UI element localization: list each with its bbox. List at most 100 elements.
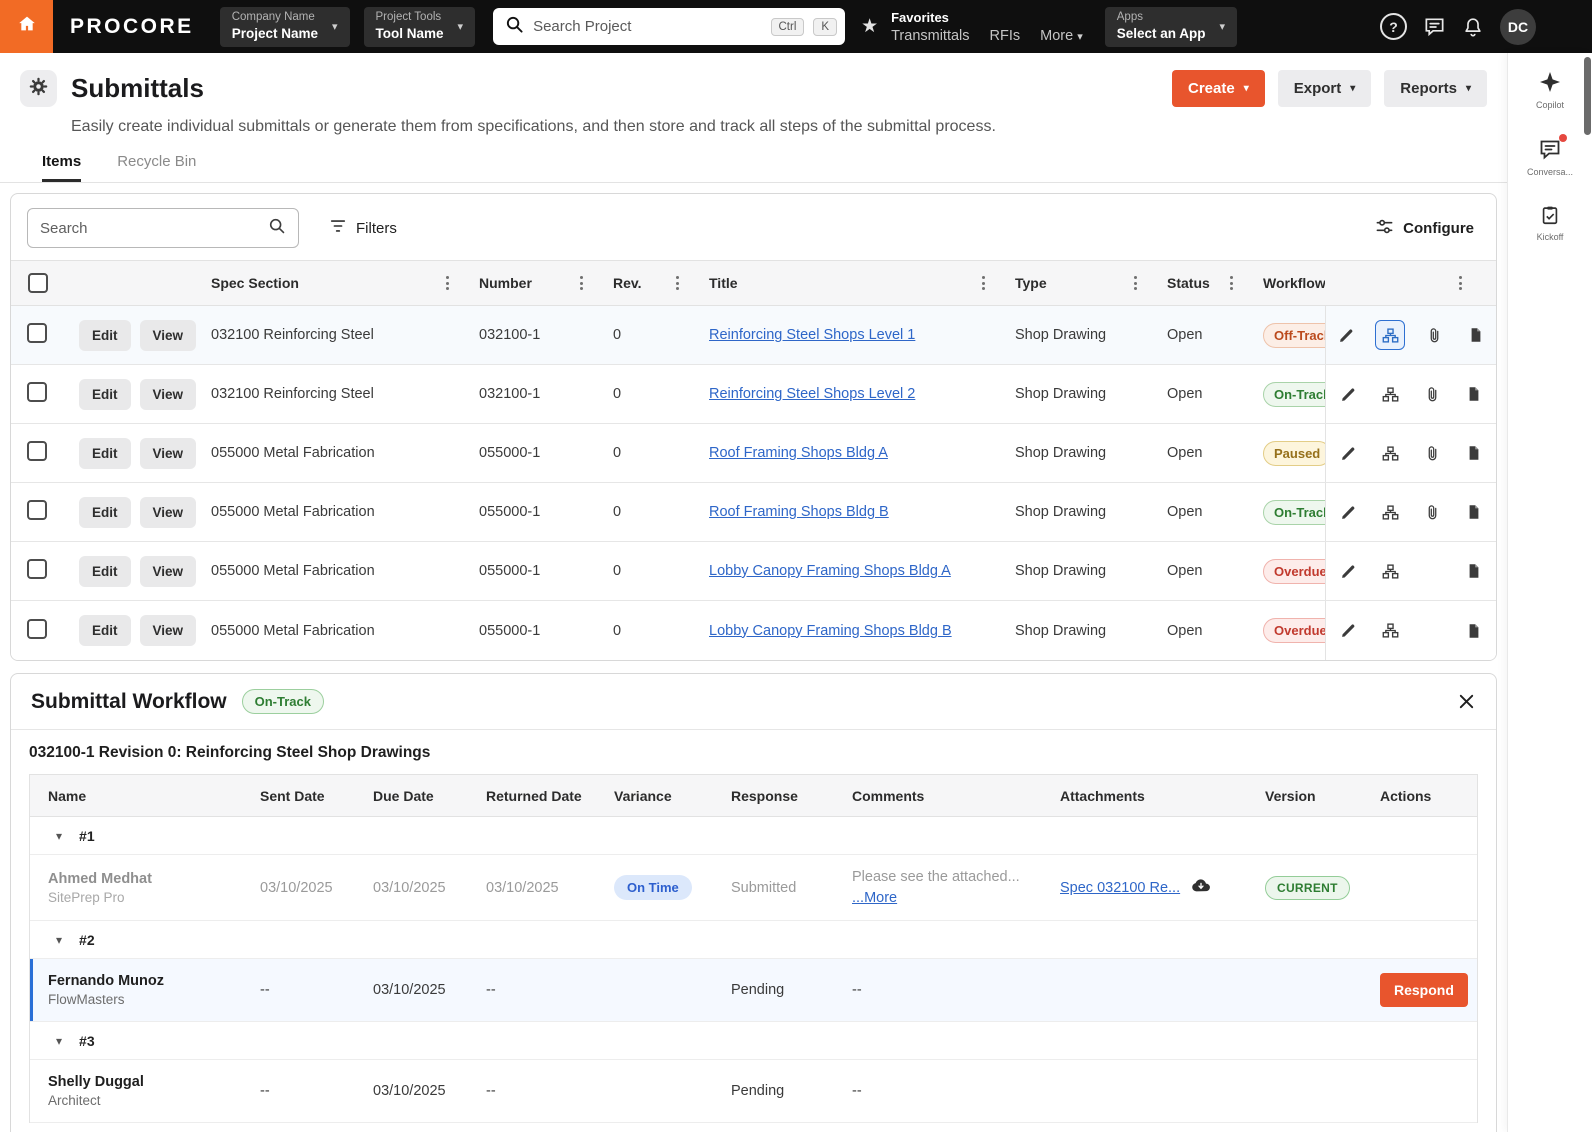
chevron-down-icon[interactable]: ▾ [56, 1034, 62, 1048]
document-icon[interactable] [1461, 618, 1487, 644]
submittal-title-link[interactable]: Reinforcing Steel Shops Level 2 [709, 386, 915, 402]
edit-pencil-icon[interactable] [1333, 322, 1359, 348]
tab-recycle-bin[interactable]: Recycle Bin [117, 153, 196, 182]
edit-button[interactable]: Edit [79, 615, 131, 646]
edit-pencil-icon[interactable] [1335, 618, 1361, 644]
variance-badge: On Time [614, 875, 692, 900]
document-icon[interactable] [1461, 440, 1487, 466]
comments-more-link[interactable]: ...More [852, 890, 897, 906]
view-button[interactable]: View [139, 319, 197, 351]
workflow-icon[interactable] [1377, 440, 1403, 466]
document-icon[interactable] [1461, 558, 1487, 584]
row-checkbox[interactable] [27, 382, 47, 402]
view-button[interactable]: View [139, 437, 197, 469]
attachment-icon[interactable] [1421, 322, 1447, 348]
company-project-dropdown[interactable]: Company Name Project Name ▾ [219, 6, 350, 47]
workflow-icon[interactable] [1377, 618, 1403, 644]
attachment-icon[interactable] [1419, 440, 1445, 466]
respond-button[interactable]: Respond [1380, 973, 1468, 1007]
wf-column-sent-date: Sent Date [260, 787, 325, 804]
chevron-down-icon[interactable]: ▾ [56, 829, 62, 843]
favorite-transmittals-link[interactable]: Transmittals [891, 28, 969, 44]
workflow-icon[interactable] [1377, 499, 1403, 525]
view-button[interactable]: View [139, 378, 197, 410]
column-menu-icon[interactable] [1130, 272, 1141, 294]
favorites-more-menu[interactable]: More ▾ [1040, 28, 1083, 44]
tab-items[interactable]: Items [42, 153, 82, 182]
view-button[interactable]: View [139, 615, 197, 646]
submittal-title-link[interactable]: Lobby Canopy Framing Shops Bldg A [709, 563, 951, 579]
attachment-icon[interactable] [1419, 499, 1445, 525]
home-button[interactable] [0, 0, 53, 53]
bell-icon[interactable] [1462, 16, 1484, 38]
download-cloud-icon[interactable] [1191, 877, 1211, 898]
column-menu-icon[interactable] [1455, 272, 1466, 294]
edit-pencil-icon[interactable] [1335, 499, 1361, 525]
edit-pencil-icon[interactable] [1335, 440, 1361, 466]
column-menu-icon[interactable] [672, 272, 683, 294]
project-search-input[interactable] [533, 18, 762, 35]
create-button[interactable]: Create ▾ [1172, 69, 1265, 107]
tool-settings-button[interactable] [20, 69, 57, 107]
edit-button[interactable]: Edit [79, 319, 131, 351]
rail-item-kickoff[interactable]: Kickoff [1508, 187, 1592, 252]
submittal-title-link[interactable]: Roof Framing Shops Bldg A [709, 445, 888, 461]
view-button[interactable]: View [139, 555, 197, 587]
navbar-icon-cluster: ? DC [1380, 8, 1536, 45]
user-avatar[interactable]: DC [1500, 8, 1536, 45]
edit-pencil-icon[interactable] [1335, 558, 1361, 584]
column-menu-icon[interactable] [576, 272, 587, 294]
chevron-down-icon[interactable]: ▾ [56, 933, 62, 947]
row-checkbox[interactable] [27, 500, 47, 520]
edit-button[interactable]: Edit [79, 378, 131, 410]
top-navbar: PROCORE Company Name Project Name ▾ Proj… [0, 0, 1592, 53]
project-tools-dropdown[interactable]: Project Tools Tool Name ▾ [363, 6, 476, 47]
scrollbar-thumb[interactable] [1584, 57, 1591, 135]
wf-column-due-date: Due Date [373, 787, 434, 804]
star-icon[interactable]: ★ [861, 15, 878, 38]
submittal-title-link[interactable]: Roof Framing Shops Bldg B [709, 504, 889, 520]
version-badge: CURRENT [1265, 875, 1350, 900]
spec-section-cell: 032100 Reinforcing Steel [211, 386, 374, 402]
attachment-link[interactable]: Spec 032100 Re... [1060, 880, 1180, 896]
view-button[interactable]: View [139, 496, 197, 528]
select-all-checkbox[interactable] [28, 273, 48, 293]
close-icon[interactable] [1457, 692, 1476, 711]
column-menu-icon[interactable] [1226, 272, 1237, 294]
row-checkbox[interactable] [27, 618, 47, 639]
tool-name: Tool Name [375, 26, 444, 42]
page-title: Submittals [71, 72, 204, 103]
reports-button[interactable]: Reports ▾ [1384, 69, 1487, 107]
favorite-rfis-link[interactable]: RFIs [990, 28, 1021, 44]
workflow-icon[interactable] [1377, 558, 1403, 584]
column-menu-icon[interactable] [978, 272, 989, 294]
submittal-row: Edit View 032100 Reinforcing Steel 03210… [11, 365, 1496, 424]
document-icon[interactable] [1463, 322, 1489, 348]
help-icon[interactable]: ? [1380, 13, 1407, 40]
filters-button[interactable]: Filters [329, 217, 397, 239]
submittal-row: Edit View 055000 Metal Fabrication 05500… [11, 483, 1496, 542]
workflow-icon[interactable] [1377, 381, 1403, 407]
rail-item-copilot[interactable]: Copilot [1508, 53, 1592, 120]
attachment-icon[interactable] [1419, 381, 1445, 407]
chat-icon[interactable] [1423, 15, 1446, 38]
row-checkbox[interactable] [27, 323, 47, 343]
configure-button[interactable]: Configure [1375, 217, 1474, 240]
submittal-title-link[interactable]: Reinforcing Steel Shops Level 1 [709, 327, 915, 343]
edit-pencil-icon[interactable] [1335, 381, 1361, 407]
workflow-icon[interactable] [1375, 320, 1405, 350]
rail-item-conversations[interactable]: Conversa... [1508, 120, 1592, 187]
edit-button[interactable]: Edit [79, 555, 131, 587]
row-checkbox[interactable] [27, 559, 47, 579]
submittal-title-link[interactable]: Lobby Canopy Framing Shops Bldg B [709, 623, 952, 639]
edit-button[interactable]: Edit [79, 437, 131, 469]
export-button[interactable]: Export ▾ [1277, 69, 1372, 107]
row-checkbox[interactable] [27, 441, 47, 461]
items-toolbar: Filters Configure [11, 194, 1496, 260]
edit-button[interactable]: Edit [79, 496, 131, 528]
document-icon[interactable] [1461, 381, 1487, 407]
table-search-input[interactable] [40, 219, 268, 237]
column-menu-icon[interactable] [442, 272, 453, 294]
apps-dropdown[interactable]: Apps Select an App ▾ [1104, 6, 1238, 47]
document-icon[interactable] [1461, 499, 1487, 525]
